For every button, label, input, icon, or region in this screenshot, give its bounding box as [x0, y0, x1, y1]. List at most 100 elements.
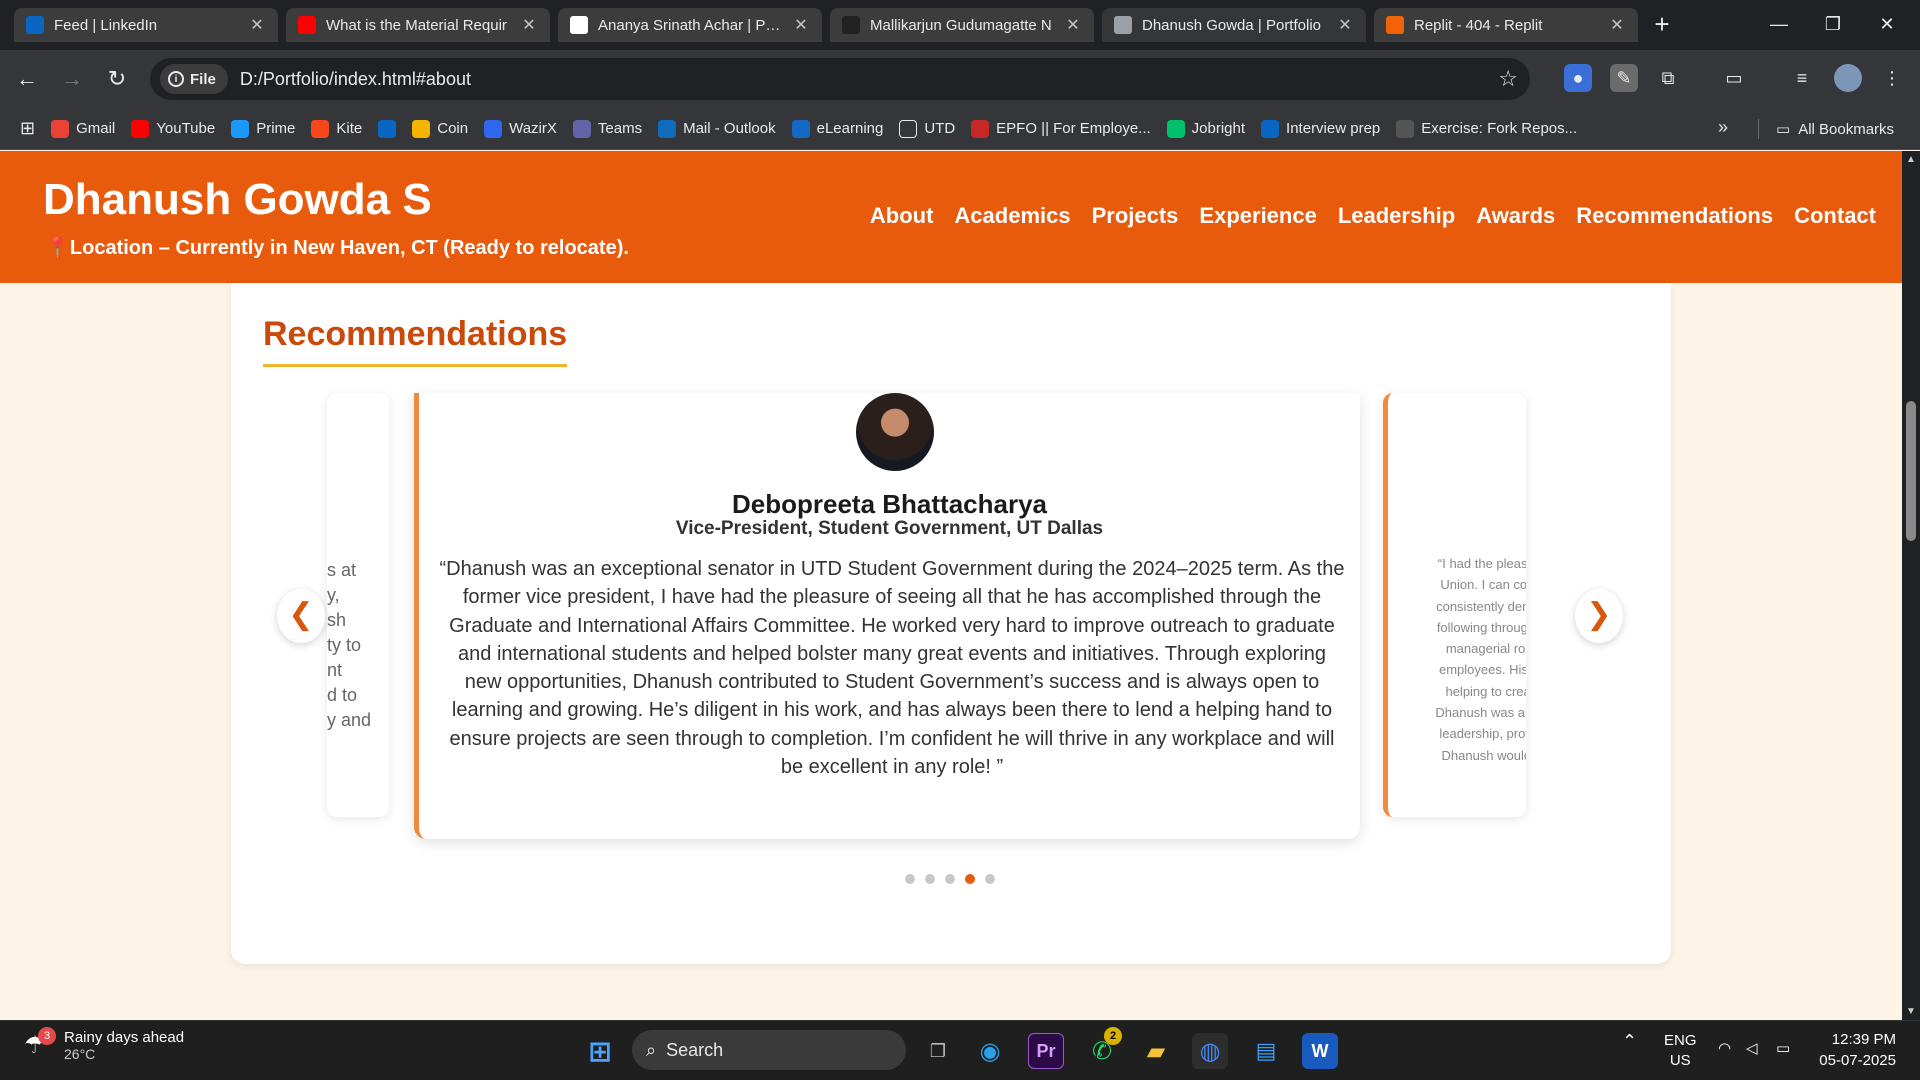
bookmark-item[interactable]: Mail - Outlook	[658, 119, 776, 138]
minimize-button[interactable]: —	[1754, 8, 1804, 40]
back-button[interactable]: ←	[10, 62, 44, 96]
taskbar-clock[interactable]: 12:39 PM 05-07-2025	[1812, 1029, 1896, 1071]
gmail-icon	[51, 119, 70, 138]
battery-icon[interactable]: ▭	[1776, 1039, 1790, 1057]
extensions-puzzle-icon[interactable]: ⧉	[1654, 64, 1682, 92]
browser-tab[interactable]: Mallikarjun Gudumagatte N ✕	[830, 8, 1094, 42]
bookmark-label: YouTube	[156, 120, 216, 137]
nav-link-academics[interactable]: Academics	[954, 203, 1070, 229]
edge-icon[interactable]: ◉	[972, 1033, 1008, 1069]
nav-link-leadership[interactable]: Leadership	[1338, 203, 1455, 229]
recommender-avatar	[856, 393, 934, 471]
bookmark-item[interactable]: eLearning	[791, 119, 883, 138]
youtube-icon	[131, 119, 150, 138]
bookmark-item[interactable]: EPFO || For Employe...	[971, 119, 1151, 138]
file-explorer-icon[interactable]: ▰	[1138, 1033, 1174, 1069]
taskbar-search[interactable]: ⌕ Search	[632, 1030, 906, 1070]
whatsapp-icon[interactable]: ✆ 2	[1084, 1027, 1122, 1069]
site-location: 📍Location – Currently in New Haven, CT (…	[45, 237, 629, 259]
carousel-prev-button[interactable]: ❮	[277, 589, 325, 643]
bookmark-item[interactable]: Interview prep	[1261, 119, 1380, 138]
new-tab-button[interactable]: +	[1646, 10, 1678, 40]
tray-chevron-icon[interactable]: ⌃	[1622, 1031, 1637, 1052]
cast-icon[interactable]: ▭	[1720, 64, 1748, 92]
site-info-label: File	[190, 70, 216, 88]
notepad-icon[interactable]: ▤	[1248, 1033, 1284, 1069]
word-icon[interactable]: W	[1302, 1033, 1338, 1069]
bookmark-item[interactable]: Kite	[311, 119, 362, 138]
tab-close-icon[interactable]: ✕	[520, 15, 538, 35]
nav-link-recommendations[interactable]: Recommendations	[1576, 203, 1773, 229]
browser-tab[interactable]: What is the Material Requir ✕	[286, 8, 550, 42]
tab-close-icon[interactable]: ✕	[1608, 15, 1626, 35]
prev-recommendation-card[interactable]: s at y, sh ty to nt d to y and	[327, 393, 389, 817]
volume-icon[interactable]: ◁	[1746, 1039, 1758, 1057]
carousel-dot[interactable]	[985, 874, 995, 884]
close-window-button[interactable]: ✕	[1862, 8, 1912, 40]
nav-link-contact[interactable]: Contact	[1794, 203, 1876, 229]
weather-widget[interactable]: ☂ 3 Rainy days ahead 26°C	[24, 1026, 184, 1062]
apps-grid-icon[interactable]: ⊞	[20, 118, 35, 139]
lang-line2: US	[1669, 1052, 1691, 1069]
forward-button[interactable]: →	[55, 62, 89, 96]
current-recommendation-card: Debopreeta Bhattacharya Vice-President, …	[414, 393, 1360, 839]
page-scrollbar[interactable]: ▲ ▼	[1902, 151, 1920, 1020]
chrome-icon[interactable]: ◍	[1192, 1033, 1228, 1069]
bookmark-item[interactable]	[378, 119, 397, 138]
task-view-icon[interactable]: ❐	[920, 1033, 956, 1069]
bookmark-label: Prime	[256, 120, 296, 137]
bookmark-item[interactable]: Exercise: Fork Repos...	[1396, 119, 1577, 138]
carousel-dot[interactable]	[945, 874, 955, 884]
carousel-dot[interactable]	[925, 874, 935, 884]
language-indicator[interactable]: ENG US	[1664, 1031, 1697, 1071]
nav-link-awards[interactable]: Awards	[1476, 203, 1555, 229]
bookmark-star-icon[interactable]: ☆	[1498, 66, 1518, 92]
bookmarks-bar: ⊞ Gmail YouTube Prime Kite Coin WazirX Teams Ma…	[0, 108, 1920, 150]
site-info-chip[interactable]: i File	[160, 64, 228, 94]
bookmark-label: Teams	[597, 120, 643, 137]
menu-kebab-icon[interactable]: ⋮	[1878, 64, 1906, 92]
bookmark-item[interactable]: Coin	[412, 119, 468, 138]
media-control-icon[interactable]: ≡	[1788, 64, 1816, 92]
bookmark-item[interactable]: Gmail	[51, 119, 115, 138]
carousel-next-button[interactable]: ❯	[1575, 589, 1623, 643]
browser-tab[interactable]: Ananya Srinath Achar | Port ✕	[558, 8, 822, 42]
carousel-dot[interactable]	[965, 874, 975, 884]
tab-close-icon[interactable]: ✕	[248, 15, 266, 35]
all-bookmarks-button[interactable]: ▭ All Bookmarks	[1776, 108, 1894, 150]
tab-close-icon[interactable]: ✕	[792, 15, 810, 35]
prime-icon	[231, 119, 250, 138]
tab-close-icon[interactable]: ✕	[1064, 15, 1082, 35]
bookmark-item[interactable]: Prime	[231, 119, 296, 138]
browser-tab[interactable]: Feed | LinkedIn ✕	[14, 8, 278, 42]
extension-shield-icon[interactable]: ●	[1564, 64, 1592, 92]
scrollbar-thumb[interactable]	[1906, 401, 1916, 541]
browser-tab[interactable]: Replit - 404 - Replit ✕	[1374, 8, 1638, 42]
nav-link-projects[interactable]: Projects	[1092, 203, 1179, 229]
more-bookmarks-icon[interactable]: »	[1718, 117, 1728, 138]
premiere-icon[interactable]: Pr	[1028, 1033, 1064, 1069]
scroll-up-icon[interactable]: ▲	[1902, 154, 1920, 165]
browser-tab[interactable]: Dhanush Gowda | Portfolio ✕	[1102, 8, 1366, 42]
tab-title: Dhanush Gowda | Portfolio	[1142, 16, 1321, 34]
bookmark-item[interactable]: Jobright	[1166, 119, 1245, 138]
restore-button[interactable]: ❐	[1808, 8, 1858, 40]
start-windows-icon[interactable]: ⊞	[582, 1033, 618, 1069]
profile-avatar[interactable]	[1834, 64, 1862, 92]
nav-link-experience[interactable]: Experience	[1199, 203, 1316, 229]
next-recommendation-card[interactable]: “I had the pleasure of su Union. I can c…	[1383, 393, 1526, 817]
reload-button[interactable]: ↻	[100, 62, 134, 96]
tab-title: Feed | LinkedIn	[54, 16, 158, 34]
tab-close-icon[interactable]: ✕	[1336, 15, 1354, 35]
bookmark-item[interactable]: Teams	[572, 119, 643, 138]
wifi-icon[interactable]: ◠	[1718, 1039, 1731, 1057]
nav-link-about[interactable]: About	[870, 203, 934, 229]
address-bar[interactable]: i File D:/Portfolio/index.html#about ☆	[150, 58, 1530, 100]
bookmark-item[interactable]: YouTube	[131, 119, 216, 138]
scroll-down-icon[interactable]: ▼	[1902, 1006, 1920, 1017]
extension-pen-icon[interactable]: ✎	[1610, 64, 1638, 92]
bookmark-item[interactable]: UTD	[899, 119, 955, 138]
bookmark-item[interactable]: WazirX	[484, 119, 557, 138]
url-text[interactable]: D:/Portfolio/index.html#about	[240, 69, 471, 90]
carousel-dot[interactable]	[905, 874, 915, 884]
